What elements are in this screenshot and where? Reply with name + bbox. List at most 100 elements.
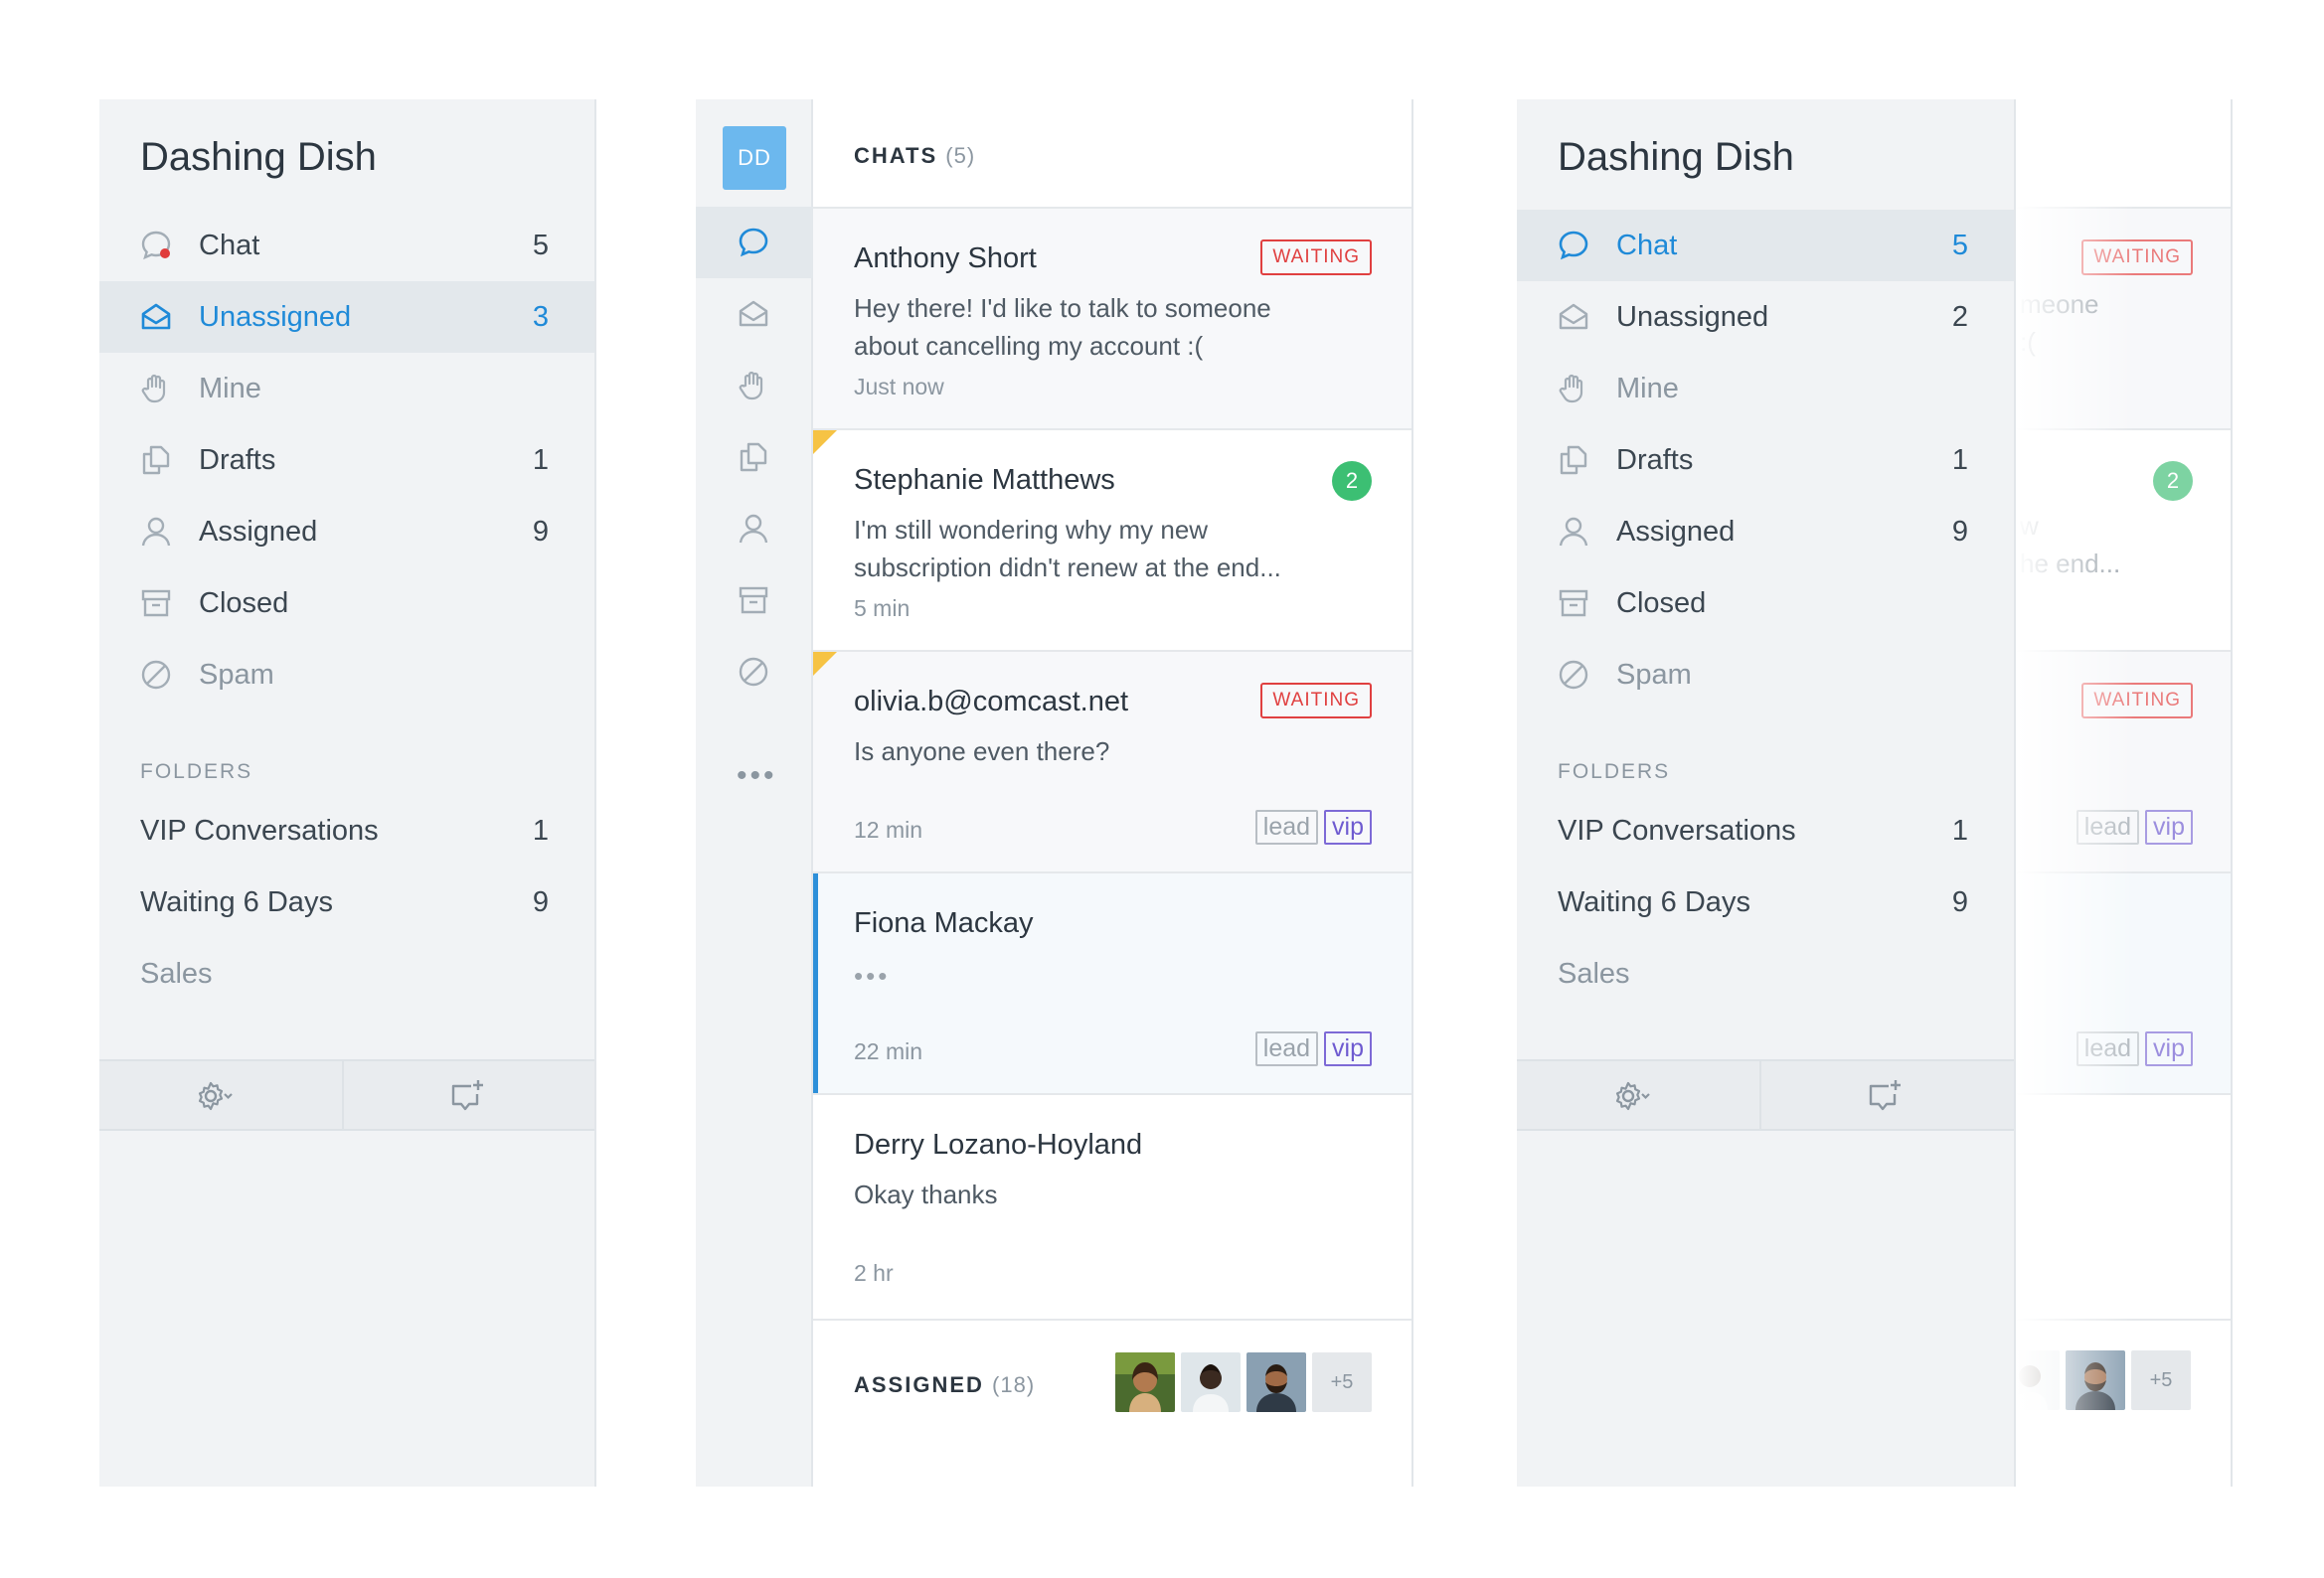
chat-time: 2 hr	[854, 1260, 894, 1286]
rail-item-unassigned[interactable]	[696, 278, 813, 350]
drafts-icon	[139, 443, 173, 477]
avatar[interactable]	[2066, 1350, 2125, 1410]
mailbox-nav: Chat 5 Unassigned 3 Mine Drafts 1 Assign…	[99, 210, 594, 710]
tag-vip[interactable]: vip	[1324, 1031, 1372, 1066]
nav-count: 1	[532, 443, 549, 476]
avatar[interactable]	[1246, 1352, 1306, 1412]
footer-divider	[342, 1061, 344, 1129]
chat-name: olivia.b@comcast.net	[854, 686, 1129, 717]
chat-bubble-icon	[739, 228, 768, 257]
new-chat-icon	[1869, 1080, 1901, 1111]
new-chat-button[interactable]	[1865, 1076, 1905, 1116]
gear-icon	[198, 1081, 233, 1111]
nav-label: Assigned	[1616, 515, 1736, 548]
nav-item-mine[interactable]: Mine	[99, 353, 594, 424]
drafts-icon	[740, 442, 767, 472]
nav-item-closed[interactable]: Closed	[1517, 567, 2014, 639]
folder-count: 1	[532, 814, 549, 847]
icon-rail: DD •••	[696, 99, 813, 1487]
drafts-icon	[1557, 443, 1590, 477]
chat-item-peek[interactable]: WAITING lead vip	[2016, 650, 2231, 871]
tag-lead[interactable]: lead	[2075, 1031, 2140, 1066]
chat-preview: Is anyone even there?	[854, 736, 1110, 766]
nav-item-mine[interactable]: Mine	[1517, 353, 2014, 424]
tag-lead[interactable]: lead	[2075, 810, 2140, 845]
settings-button[interactable]	[1612, 1076, 1652, 1116]
gear-icon	[1615, 1081, 1650, 1111]
account-avatar[interactable]: DD	[723, 126, 786, 190]
rail-item-mine[interactable]	[696, 350, 813, 421]
nav-label: Closed	[199, 586, 289, 619]
nav-item-drafts[interactable]: Drafts 1	[99, 424, 594, 496]
folder-item-sales[interactable]: Sales	[1517, 938, 2014, 1010]
settings-button[interactable]	[195, 1076, 235, 1116]
avatar[interactable]	[1181, 1352, 1241, 1412]
spam-icon	[739, 657, 768, 687]
folder-label: Waiting 6 Days	[1558, 885, 1750, 918]
more-avatars[interactable]: +5	[1312, 1352, 1372, 1412]
nav-count: 9	[532, 515, 549, 548]
nav-item-unassigned[interactable]: Unassigned 3	[99, 281, 594, 353]
archive-icon	[139, 586, 173, 620]
chat-item[interactable]: olivia.b@comcast.net WAITING Is anyone e…	[813, 650, 1411, 871]
rail-item-drafts[interactable]	[696, 421, 813, 493]
rail-item-assigned[interactable]	[696, 493, 813, 564]
new-chat-button[interactable]	[447, 1076, 487, 1116]
chat-bubble-icon	[139, 229, 173, 262]
nav-label: Assigned	[199, 515, 318, 548]
avatar[interactable]	[2016, 1350, 2060, 1410]
nav-item-spam[interactable]: Spam	[99, 639, 594, 710]
flag-marker	[813, 430, 837, 454]
nav-item-chat[interactable]: Chat 5	[99, 210, 594, 281]
chat-item[interactable]: Stephanie Matthews 2 I'm still wondering…	[813, 428, 1411, 650]
tag-list: lead vip	[2075, 810, 2193, 845]
folder-item-waiting[interactable]: Waiting 6 Days 9	[99, 867, 594, 938]
chat-item[interactable]: Anthony Short WAITING Hey there! I'd lik…	[813, 207, 1411, 428]
rail-item-chat[interactable]	[696, 207, 813, 278]
new-chat-icon	[451, 1080, 483, 1111]
assigned-section[interactable]: ASSIGNED (18) +5	[813, 1319, 1411, 1438]
tag-vip[interactable]: vip	[2145, 1031, 2193, 1066]
chat-item-peek[interactable]	[2016, 1093, 2231, 1315]
nav-item-assigned[interactable]: Assigned 9	[1517, 496, 2014, 567]
rail-item-spam[interactable]	[696, 636, 813, 708]
chat-item-peek[interactable]: WAITING meone :(	[2016, 207, 2231, 428]
more-icon[interactable]: •••	[737, 759, 777, 793]
chat-item-peek[interactable]: lead vip	[2016, 871, 2231, 1093]
chat-item-peek[interactable]: 2 w he end...	[2016, 428, 2231, 650]
folder-label: Waiting 6 Days	[140, 885, 333, 918]
chat-item[interactable]: Derry Lozano-Hoyland Okay thanks 2 hr	[813, 1093, 1411, 1315]
nav-item-unassigned[interactable]: Unassigned 2	[1517, 281, 2014, 353]
nav-label: Unassigned	[199, 300, 352, 333]
hand-icon	[139, 372, 173, 405]
nav-item-chat[interactable]: Chat 5	[1517, 210, 2014, 281]
folders-list: VIP Conversations 1 Waiting 6 Days 9 Sal…	[1517, 795, 2014, 1010]
tag-vip[interactable]: vip	[1324, 810, 1372, 845]
assigned-heading: ASSIGNED (18)	[854, 1372, 1035, 1398]
nav-item-assigned[interactable]: Assigned 9	[99, 496, 594, 567]
folder-label: VIP Conversations	[140, 814, 379, 847]
rail-item-closed[interactable]	[696, 564, 813, 636]
sidebar-right: Dashing Dish Chat 5 Unassigned 2 Mine Dr…	[1517, 99, 2016, 1487]
chat-item-selected[interactable]: Fiona Mackay ••• 22 min lead vip	[813, 871, 1411, 1093]
nav-item-spam[interactable]: Spam	[1517, 639, 2014, 710]
folder-item-waiting[interactable]: Waiting 6 Days 9	[1517, 867, 2014, 938]
folder-item-vip[interactable]: VIP Conversations 1	[1517, 795, 2014, 867]
tag-lead[interactable]: lead	[1254, 1031, 1319, 1066]
nav-item-closed[interactable]: Closed	[99, 567, 594, 639]
folder-item-vip[interactable]: VIP Conversations 1	[99, 795, 594, 867]
nav-label: Spam	[199, 658, 274, 691]
folders-list: VIP Conversations 1 Waiting 6 Days 9 Sal…	[99, 795, 594, 1010]
tag-lead[interactable]: lead	[1254, 810, 1319, 845]
folder-item-sales[interactable]: Sales	[99, 938, 594, 1010]
nav-label: Mine	[199, 372, 261, 404]
person-icon	[1557, 515, 1590, 549]
more-avatars[interactable]: +5	[2131, 1350, 2191, 1410]
folders-heading: FOLDERS	[140, 760, 253, 783]
folder-count: 9	[1951, 885, 1968, 918]
avatar[interactable]	[1115, 1352, 1175, 1412]
tag-vip[interactable]: vip	[2145, 810, 2193, 845]
inbox-icon	[139, 300, 173, 334]
chat-name: Stephanie Matthews	[854, 464, 1115, 496]
nav-item-drafts[interactable]: Drafts 1	[1517, 424, 2014, 496]
